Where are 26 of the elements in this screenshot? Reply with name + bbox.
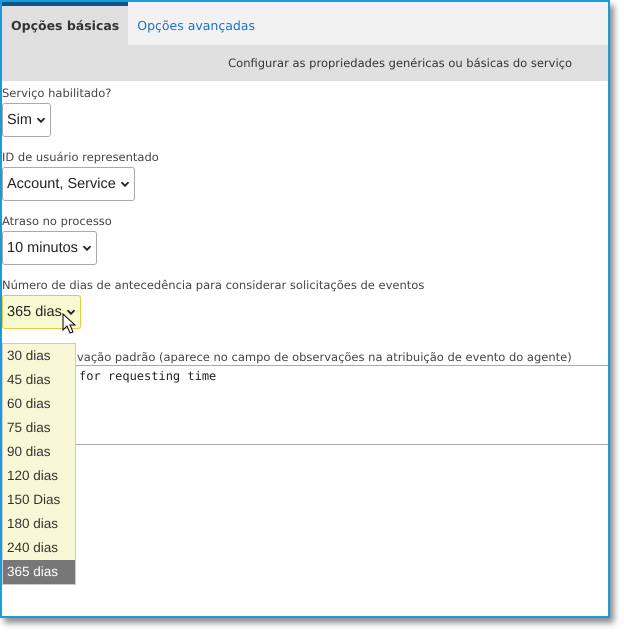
description-text: Configurar as propriedades genéricas ou básicas do serviço (228, 56, 572, 70)
field-label: Atraso no processo (2, 213, 112, 229)
select-field[interactable]: Account, Service (2, 167, 135, 201)
field-label: ID de usuário representado (2, 149, 159, 165)
mouse-pointer-icon (62, 313, 76, 335)
tab[interactable]: Opções avançadas (128, 2, 264, 45)
field-label: Serviço habilitado? (2, 85, 112, 101)
select-field[interactable]: 10 minutos (2, 231, 97, 265)
dropdown-option[interactable]: 180 dias (3, 512, 75, 536)
dropdown-option[interactable]: 30 dias (3, 344, 75, 368)
dropdown-option[interactable]: 150 Dias (3, 488, 75, 512)
dropdown-option[interactable]: 75 dias (3, 416, 75, 440)
dropdown-option[interactable]: 365 dias (3, 560, 75, 584)
dropdown-option[interactable]: 60 dias (3, 392, 75, 416)
dropdown-option[interactable]: 120 dias (3, 464, 75, 488)
dropdown-option[interactable]: 240 dias (3, 536, 75, 560)
chevron-down-icon (66, 307, 76, 317)
dropdown-option[interactable]: 45 dias (3, 368, 75, 392)
select-field[interactable]: Sim (2, 103, 51, 137)
field-label: vação padrão (aparece no campo de observações na atribuição de evento do agente) (77, 349, 572, 365)
chevron-down-icon (120, 179, 130, 189)
chevron-down-icon (36, 115, 46, 125)
field-label: Número de dias de antecedência para considerar solicitações de eventos (2, 277, 424, 293)
tab[interactable]: Opções básicas (2, 2, 128, 45)
chevron-down-icon (82, 243, 92, 253)
select-field[interactable]: 365 dias (2, 295, 81, 329)
